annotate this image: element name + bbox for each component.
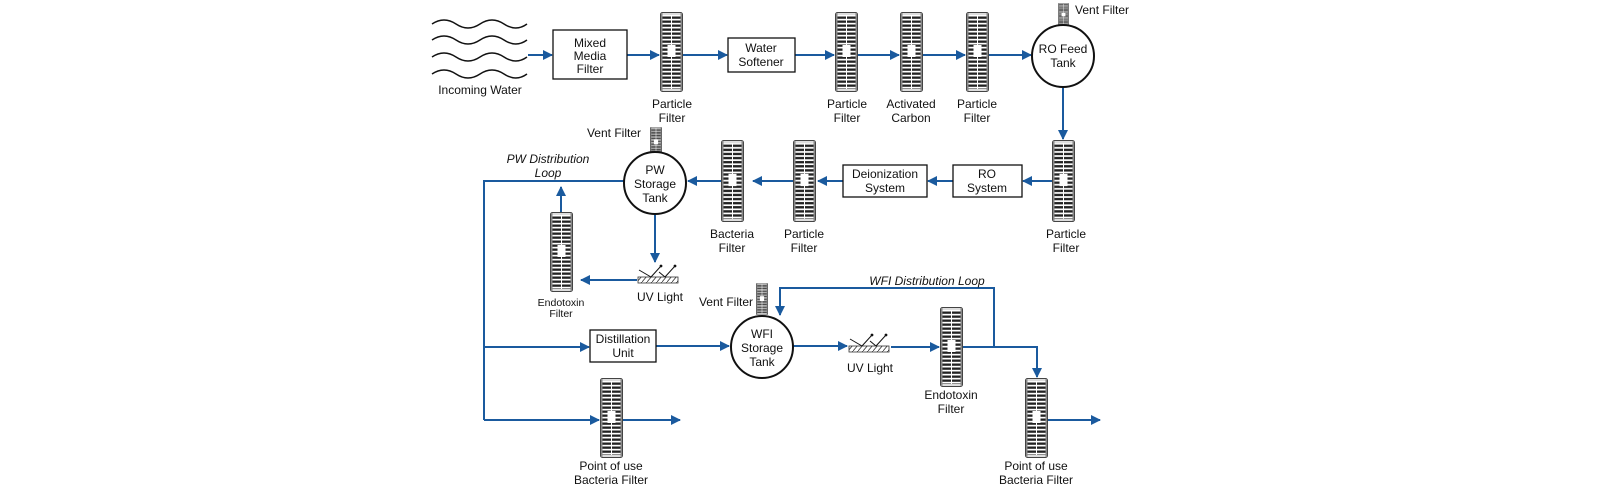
component-label: Water [745, 41, 777, 55]
bacteria-filter: Bacteria Filter [710, 140, 754, 255]
water-waves-icon [431, 19, 528, 79]
particle-filter-1: Particle Filter [652, 12, 692, 125]
component-label: Particle [784, 227, 824, 241]
component-label: Filter [834, 111, 861, 125]
component-label: Particle [652, 97, 692, 111]
wfi-endotoxin-filter: Endotoxin Filter [924, 307, 978, 416]
water-softener: Water Softener [727, 37, 796, 73]
wfi-uv-light: UV Light [847, 333, 894, 375]
filter-cartridge-icon [793, 140, 816, 222]
component-label: Media [574, 49, 607, 63]
component-label: Bacteria [710, 227, 754, 241]
filter-cartridge-icon [721, 140, 744, 222]
particle-filter-5: Particle Filter [784, 140, 824, 255]
component-label: Filter [938, 402, 965, 416]
component-label: Activated [886, 97, 935, 111]
component-label: Mixed [574, 36, 606, 50]
ro-feed-tank: Vent Filter RO Feed Tank [1031, 3, 1129, 88]
water-purification-diagram: Incoming Water Mixed Media Filter Partic… [431, 3, 1129, 487]
pw-distribution-loop-label: PW Distribution Loop [507, 152, 590, 180]
component-label: UV Light [637, 290, 684, 304]
particle-filter-4: Particle Filter [1046, 140, 1086, 255]
filter-cartridge-icon [940, 307, 963, 387]
deionization-system: Deionization System [842, 164, 928, 198]
filter-cartridge-icon [900, 12, 923, 92]
filter-cartridge-icon [966, 12, 989, 92]
component-label: Filter [659, 111, 686, 125]
component-label: UV Light [847, 361, 894, 375]
component-label: Tank [642, 191, 668, 205]
uv-lamp-icon [848, 333, 890, 353]
pw-endotoxin-filter: Endotoxin Filter [538, 212, 585, 320]
vent-filter-icon [1058, 3, 1069, 27]
mixed-media-filter: Mixed Media Filter [552, 29, 628, 80]
component-label: Vent Filter [587, 126, 641, 140]
component-label: PW Distribution [507, 152, 590, 166]
component-label: Vent Filter [699, 295, 753, 309]
filter-cartridge-icon [1052, 140, 1075, 222]
component-label: Unit [612, 346, 634, 360]
component-label: RO Feed [1039, 42, 1088, 56]
component-label: Loop [535, 166, 562, 180]
pw-uv-light: UV Light [637, 264, 684, 304]
activated-carbon-filter: Activated Carbon [886, 12, 936, 125]
component-label: Tank [749, 355, 775, 369]
component-label: Bacteria Filter [574, 473, 648, 487]
component-label: Filter [791, 241, 818, 255]
component-label: Deionization [852, 167, 918, 181]
wfi-storage-tank: Vent Filter WFI Storage Tank [699, 283, 794, 379]
component-label: Filter [1053, 241, 1080, 255]
component-label: System [865, 181, 905, 195]
component-label: Particle [1046, 227, 1086, 241]
particle-filter-3: Particle Filter [957, 12, 997, 125]
filter-cartridge-icon [600, 378, 623, 458]
component-label: Carbon [891, 111, 930, 125]
wfi-distribution-loop-label: WFI Distribution Loop [869, 274, 985, 288]
vent-filter-icon [756, 283, 768, 315]
component-label: Endotoxin [924, 388, 977, 402]
component-label: Particle [957, 97, 997, 111]
filter-cartridge-icon [835, 12, 858, 92]
component-label: WFI [751, 327, 773, 341]
component-label: Tank [1050, 56, 1076, 70]
component-label: RO [978, 167, 996, 181]
component-label: Point of use [1004, 459, 1068, 473]
pw-storage-tank: Vent Filter PW Storage Tank [587, 126, 687, 215]
component-label: System [967, 181, 1007, 195]
component-label: Distillation [596, 332, 651, 346]
filter-cartridge-icon [660, 12, 683, 92]
component-label: Storage [634, 177, 676, 191]
filter-cartridge-icon [550, 212, 573, 292]
distillation-unit: Distillation Unit [589, 329, 657, 363]
component-label: Filter [719, 241, 746, 255]
component-label: Bacteria Filter [999, 473, 1073, 487]
uv-lamp-icon [637, 264, 679, 284]
filter-cartridge-icon [1025, 378, 1048, 458]
component-label: Filter [964, 111, 991, 125]
pou-bacteria-filter-2: Point of use Bacteria Filter [999, 378, 1073, 487]
component-label: Softener [738, 55, 783, 69]
particle-filter-2: Particle Filter [827, 12, 867, 125]
component-label: PW [645, 163, 665, 177]
component-label: Filter [549, 308, 573, 320]
component-label: Filter [577, 62, 604, 76]
component-label: Vent Filter [1075, 3, 1129, 17]
component-label: Storage [741, 341, 783, 355]
incoming-water-label: Incoming Water [438, 83, 522, 97]
component-label: Particle [827, 97, 867, 111]
pou-bacteria-filter-1: Point of use Bacteria Filter [574, 378, 648, 487]
component-label: Point of use [579, 459, 643, 473]
ro-system: RO System [952, 164, 1023, 198]
